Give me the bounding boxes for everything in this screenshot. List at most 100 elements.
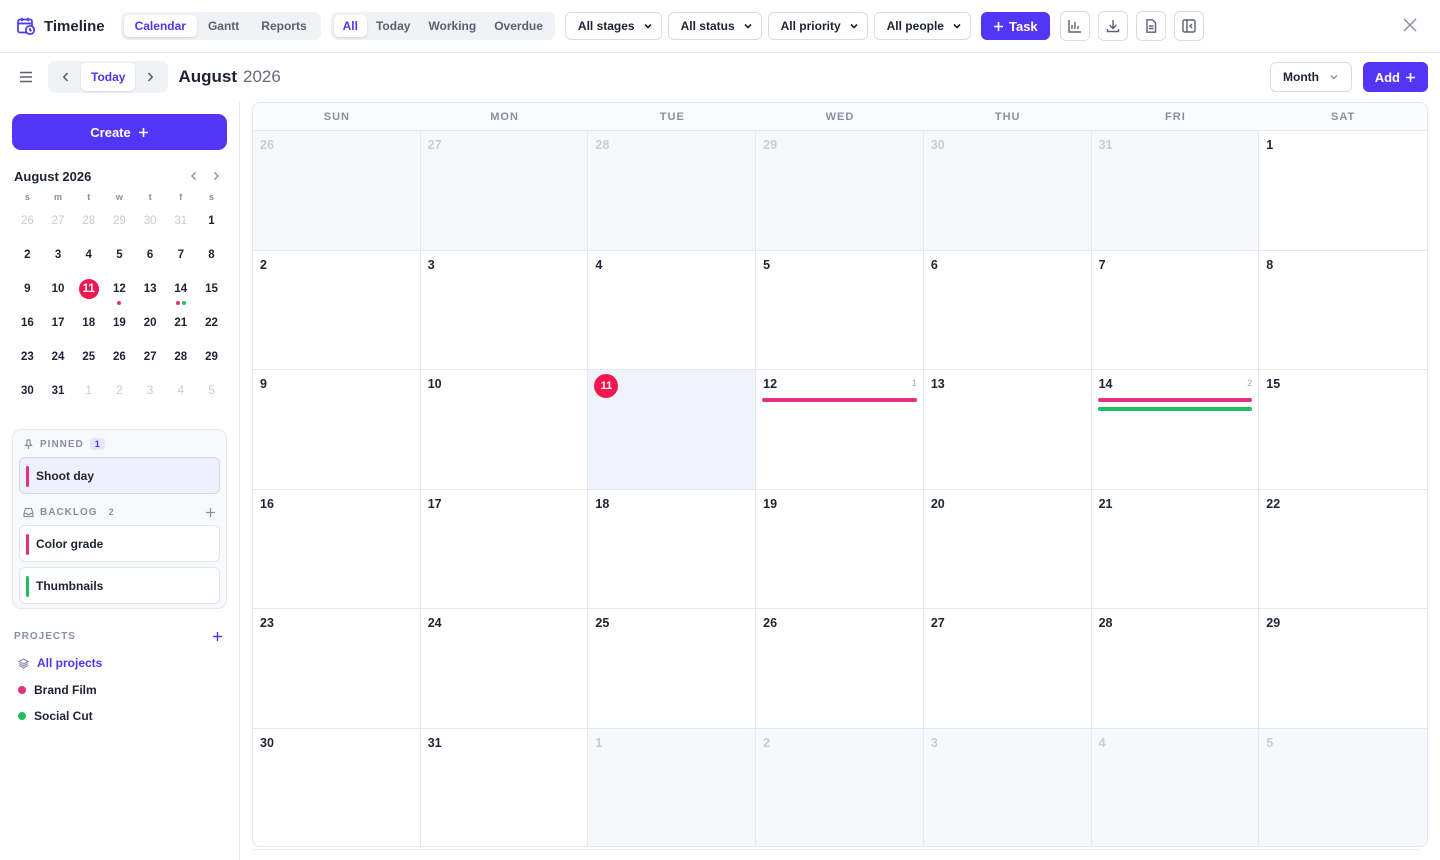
day-cell[interactable]: 4 [1091, 728, 1260, 846]
backlog-task-card[interactable]: Color grade [19, 525, 220, 562]
tab-reports[interactable]: Reports [250, 15, 317, 37]
mini-day[interactable]: 18 [73, 308, 104, 342]
day-cell[interactable]: 31 [420, 728, 589, 846]
mini-day[interactable]: 12 [104, 274, 135, 308]
filter-all[interactable]: All [333, 15, 367, 37]
day-cell[interactable]: 5 [756, 250, 924, 370]
close-button[interactable] [1402, 17, 1418, 33]
day-cell[interactable]: 11 [588, 370, 757, 490]
mini-day[interactable]: 4 [73, 240, 104, 274]
mini-day[interactable]: 6 [135, 240, 166, 274]
mini-day[interactable]: 16 [12, 308, 43, 342]
day-cell[interactable]: 27 [420, 131, 589, 251]
add-backlog-button[interactable] [205, 507, 216, 518]
mini-day[interactable]: 1 [196, 206, 227, 240]
day-cell[interactable]: 19 [756, 489, 924, 609]
add-button[interactable]: Add [1362, 62, 1428, 92]
day-cell[interactable]: 28 [588, 131, 757, 251]
mini-day[interactable]: 23 [12, 342, 43, 376]
day-cell[interactable]: 12 1 [756, 370, 924, 490]
mini-day[interactable]: 14 [165, 274, 196, 308]
day-cell[interactable]: 31 [1091, 131, 1260, 251]
day-cell[interactable]: 30 [253, 728, 421, 846]
mini-day[interactable]: 26 [12, 206, 43, 240]
mini-day[interactable]: 27 [135, 342, 166, 376]
mini-day[interactable]: 21 [165, 308, 196, 342]
tab-gantt[interactable]: Gantt [197, 15, 250, 37]
day-cell[interactable]: 18 [588, 489, 757, 609]
day-cell[interactable]: 22 [1259, 489, 1427, 609]
mini-day[interactable]: 29 [196, 342, 227, 376]
event-bar[interactable] [762, 398, 917, 402]
backlog-task-card[interactable]: Thumbnails [19, 567, 220, 604]
mini-day[interactable]: 20 [135, 308, 166, 342]
mini-day[interactable]: 8 [196, 240, 227, 274]
pinned-task-card[interactable]: Shoot day [19, 457, 220, 494]
project-brand-film[interactable]: Brand Film [18, 677, 227, 703]
mini-day[interactable]: 3 [135, 376, 166, 410]
mini-day[interactable]: 13 [135, 274, 166, 308]
mini-day[interactable]: 11 [73, 274, 104, 308]
mini-day[interactable]: 2 [104, 376, 135, 410]
mini-day[interactable]: 15 [196, 274, 227, 308]
mini-day[interactable]: 2 [12, 240, 43, 274]
mini-day[interactable]: 7 [165, 240, 196, 274]
day-cell[interactable]: 5 [1259, 728, 1427, 846]
mini-day[interactable]: 5 [104, 240, 135, 274]
day-cell[interactable]: 4 [588, 250, 757, 370]
view-range-select[interactable]: Month [1270, 62, 1352, 92]
mini-day[interactable]: 28 [73, 206, 104, 240]
day-cell[interactable]: 21 [1091, 489, 1260, 609]
day-cell[interactable]: 26 [253, 131, 421, 251]
mini-day[interactable]: 28 [165, 342, 196, 376]
event-bar[interactable] [1097, 398, 1253, 402]
download-button[interactable] [1097, 11, 1128, 41]
mini-day[interactable]: 5 [196, 376, 227, 410]
day-cell[interactable]: 23 [253, 609, 421, 729]
day-cell[interactable]: 28 [1091, 609, 1260, 729]
mini-day[interactable]: 9 [12, 274, 43, 308]
menu-button[interactable] [16, 67, 36, 87]
prev-month-button[interactable] [51, 62, 81, 92]
sidebar-collapse-button[interactable] [1173, 11, 1204, 41]
day-cell[interactable]: 30 [923, 131, 1092, 251]
day-cell[interactable]: 29 [1259, 609, 1427, 729]
document-button[interactable] [1135, 11, 1166, 41]
status-dropdown[interactable]: All status [667, 12, 762, 40]
stages-dropdown[interactable]: All stages [564, 12, 662, 40]
day-cell[interactable]: 6 [923, 250, 1092, 370]
filter-today[interactable]: Today [367, 15, 419, 37]
mini-day[interactable]: 10 [43, 274, 74, 308]
project-social-cut[interactable]: Social Cut [18, 703, 227, 729]
day-cell[interactable]: 24 [420, 609, 589, 729]
day-cell[interactable]: 2 [756, 728, 924, 846]
day-cell[interactable]: 1 [1259, 131, 1427, 251]
people-dropdown[interactable]: All people [873, 12, 971, 40]
mini-day[interactable]: 29 [104, 206, 135, 240]
mini-day[interactable]: 31 [165, 206, 196, 240]
mini-next-button[interactable] [205, 171, 227, 181]
day-cell[interactable]: 7 [1091, 250, 1260, 370]
today-button[interactable]: Today [81, 63, 136, 91]
day-cell[interactable]: 14 2 [1091, 370, 1260, 490]
tab-calendar[interactable]: Calendar [123, 15, 197, 37]
day-cell[interactable]: 27 [923, 609, 1092, 729]
day-cell[interactable]: 2 [253, 250, 421, 370]
day-cell[interactable]: 15 [1259, 370, 1427, 490]
day-cell[interactable]: 8 [1259, 250, 1427, 370]
mini-day[interactable]: 27 [43, 206, 74, 240]
mini-day[interactable]: 30 [135, 206, 166, 240]
create-button[interactable]: Create [12, 114, 227, 150]
mini-day[interactable]: 17 [43, 308, 74, 342]
mini-prev-button[interactable] [183, 171, 205, 181]
mini-day[interactable]: 31 [43, 376, 74, 410]
add-task-button[interactable]: Task [980, 12, 1050, 40]
add-project-button[interactable] [212, 631, 223, 642]
day-cell[interactable]: 17 [420, 489, 589, 609]
priority-dropdown[interactable]: All priority [767, 12, 868, 40]
day-cell[interactable]: 29 [756, 131, 924, 251]
mini-day[interactable]: 19 [104, 308, 135, 342]
day-cell[interactable]: 26 [756, 609, 924, 729]
mini-day[interactable]: 1 [73, 376, 104, 410]
day-cell[interactable]: 16 [253, 489, 421, 609]
